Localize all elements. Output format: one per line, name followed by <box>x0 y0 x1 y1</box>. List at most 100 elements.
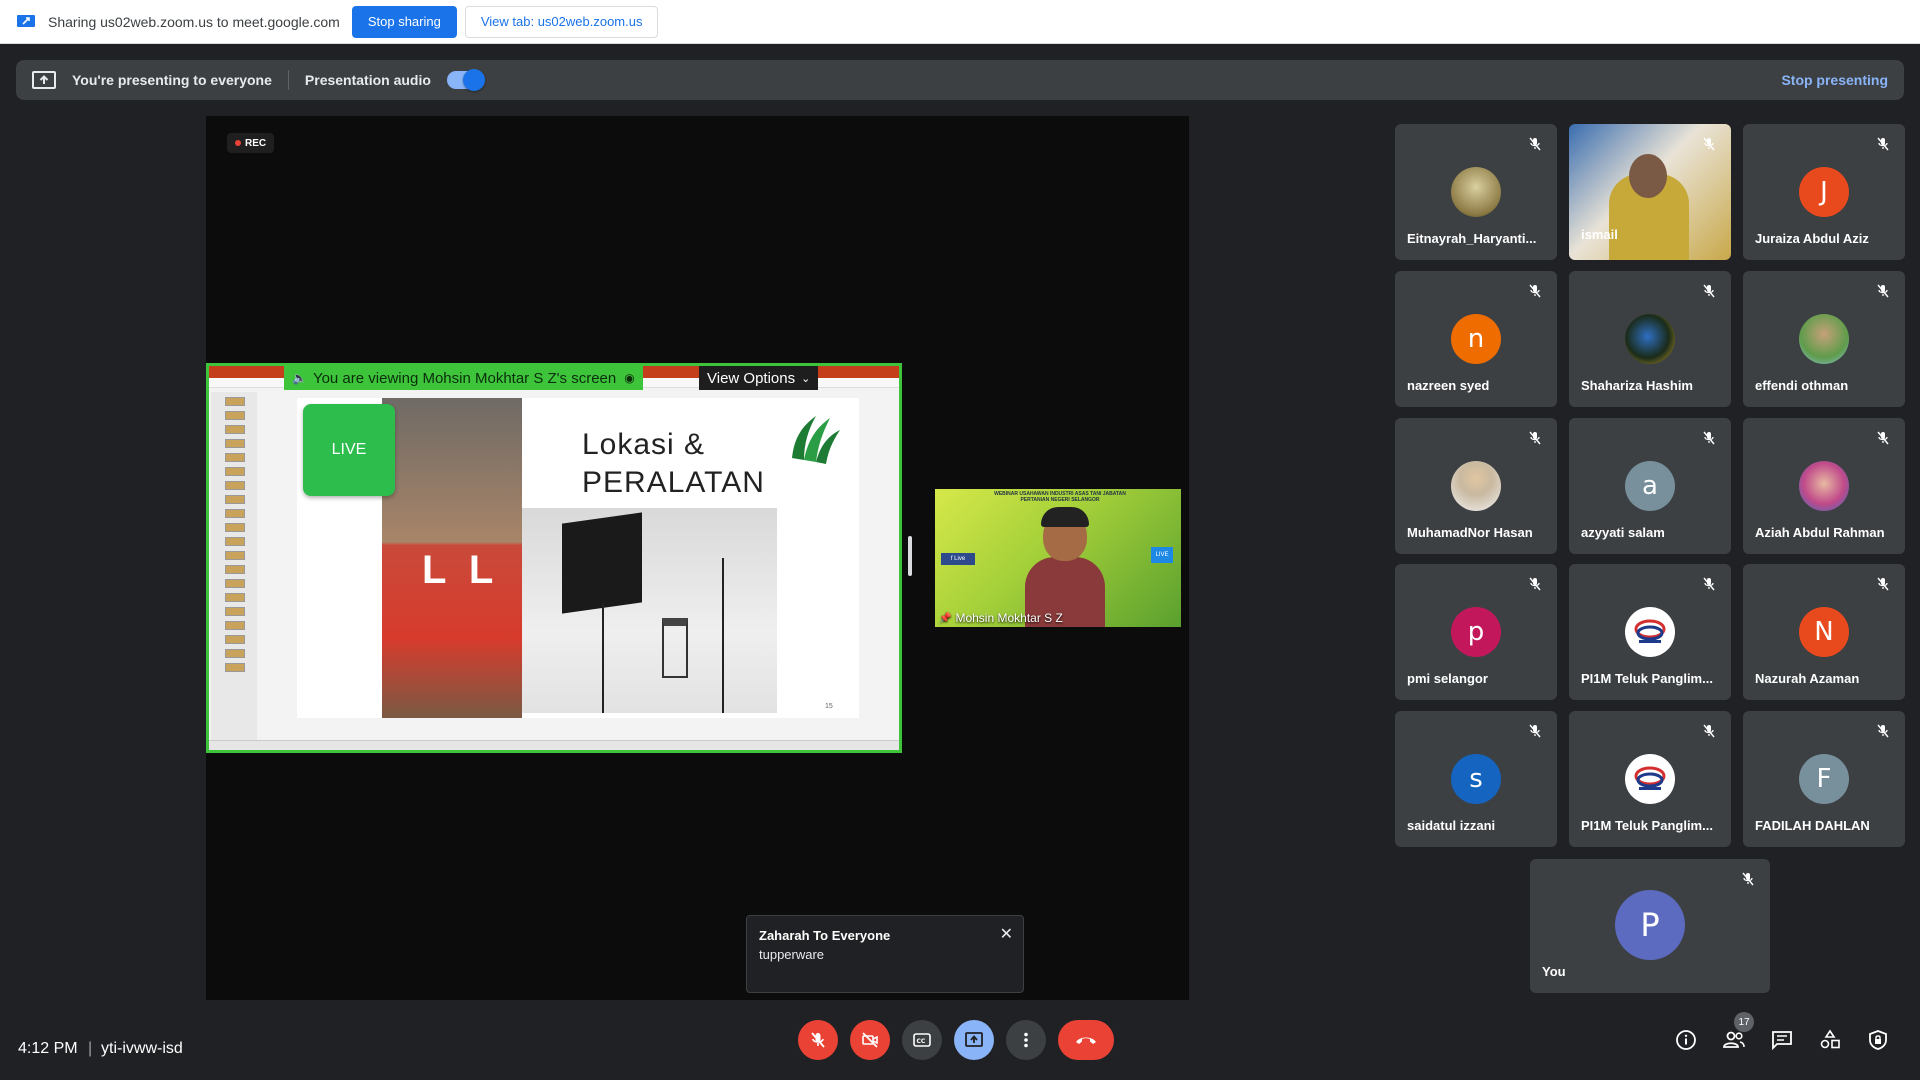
mic-off-icon <box>1875 283 1891 299</box>
zoom-viewing-text: You are viewing Mohsin Mokhtar S Z's scr… <box>312 369 617 387</box>
participant-name: pmi selangor <box>1407 671 1488 686</box>
mic-off-icon <box>1701 576 1717 592</box>
avatar-initial: J <box>1799 167 1849 217</box>
participant-tile[interactable]: P You <box>1530 859 1770 993</box>
present-screen-icon <box>32 70 56 90</box>
view-tab-button[interactable]: View tab: us02web.zoom.us <box>464 5 659 38</box>
slide-thumbnail <box>225 551 245 560</box>
split-drag-handle[interactable] <box>908 536 912 576</box>
participant-tile[interactable]: PI1M Teluk Panglim... <box>1569 711 1731 847</box>
pi1m-logo-icon <box>1625 607 1675 657</box>
stop-presenting-button[interactable]: Stop presenting <box>1781 72 1888 88</box>
avatar-photo <box>1451 461 1501 511</box>
meeting-code[interactable]: yti-ivww-isd <box>101 1040 183 1058</box>
participant-tile[interactable]: Eitnayrah_Haryanti... <box>1395 124 1557 260</box>
participant-tile[interactable]: effendi othman <box>1743 271 1905 407</box>
participant-tile[interactable]: ismail <box>1569 124 1731 260</box>
slide-live-badge: LIVE <box>303 404 395 496</box>
meeting-details-button[interactable] <box>1674 1028 1698 1052</box>
zoom-viewing-banner: 🔈 You are viewing Mohsin Mokhtar S Z's s… <box>284 366 643 390</box>
speaker-name-label: 📌 Mohsin Mokhtar S Z <box>939 611 1063 625</box>
avatar-photo <box>1799 314 1849 364</box>
participant-name: PI1M Teluk Panglim... <box>1581 818 1713 833</box>
slide-thumbnail <box>225 425 245 434</box>
slide-thumbnail <box>225 397 245 406</box>
more-vert-icon <box>1024 1032 1028 1048</box>
mic-off-icon <box>1527 283 1543 299</box>
microphone-toggle-button[interactable] <box>798 1020 838 1060</box>
participant-name: ismail <box>1581 227 1618 242</box>
participant-tile[interactable]: Shahariza Hashim <box>1569 271 1731 407</box>
separator: | <box>88 1040 93 1057</box>
participant-tile[interactable]: F FADILAH DAHLAN <box>1743 711 1905 847</box>
speaker-video-banner: WEBINAR USAHAWAN INDUSTRI ASAS TANI JABA… <box>994 491 1126 503</box>
participant-tile[interactable]: n nazreen syed <box>1395 271 1557 407</box>
present-now-button[interactable] <box>954 1020 994 1060</box>
sharing-bar: Sharing us02web.zoom.us to meet.google.c… <box>0 0 1920 44</box>
participant-name: saidatul izzani <box>1407 818 1496 833</box>
camera-toggle-button[interactable] <box>850 1020 890 1060</box>
activities-shapes-icon <box>1820 1029 1840 1049</box>
participant-tile[interactable]: N Nazurah Azaman <box>1743 564 1905 700</box>
mic-off-icon <box>1527 576 1543 592</box>
mic-off-icon <box>1701 283 1717 299</box>
avatar-initial: F <box>1799 754 1849 804</box>
participant-tile[interactable]: s saidatul izzani <box>1395 711 1557 847</box>
slide-thumbnail <box>225 523 245 532</box>
more-options-button[interactable] <box>1006 1020 1046 1060</box>
chair-shape <box>662 618 688 678</box>
speaker-hair <box>1041 507 1089 527</box>
avatar-photo <box>1799 461 1849 511</box>
mic-off-icon <box>1875 576 1891 592</box>
host-controls-button[interactable] <box>1866 1028 1890 1052</box>
shield-lock-icon <box>1869 1030 1887 1050</box>
participant-name: FADILAH DAHLAN <box>1755 818 1870 833</box>
slide-page-number: 15 <box>825 703 833 710</box>
participant-tile[interactable]: J Juraiza Abdul Aziz <box>1743 124 1905 260</box>
close-icon[interactable]: ✕ <box>1000 924 1013 944</box>
participant-name: nazreen syed <box>1407 378 1490 393</box>
chevron-down-icon: ⌄ <box>801 372 811 385</box>
slide-thumbnails <box>211 392 257 742</box>
activities-button[interactable] <box>1818 1028 1842 1052</box>
speaker-name: Mohsin Mokhtar S Z <box>955 611 1063 625</box>
clock: 4:12 PM <box>18 1040 78 1057</box>
chat-button[interactable] <box>1770 1028 1794 1052</box>
slide-thumbnail <box>225 453 245 462</box>
avatar-initial: P <box>1615 890 1685 960</box>
participant-tile[interactable]: p pmi selangor <box>1395 564 1557 700</box>
slide-thumbnail <box>225 537 245 546</box>
mic-off-icon <box>1527 723 1543 739</box>
avatar-photo <box>1625 314 1675 364</box>
mic-off-icon <box>1701 430 1717 446</box>
record-circle-icon: ◉ <box>624 371 635 385</box>
presentation-tile: REC 🔈 You are viewing Mohsin Mokhtar S Z… <box>206 116 1189 1000</box>
chat-notification[interactable]: Zaharah To Everyone tupperware ✕ <box>746 915 1024 993</box>
mic-off-icon <box>1527 136 1543 152</box>
stop-sharing-button[interactable]: Stop sharing <box>351 5 457 38</box>
info-icon <box>1676 1030 1696 1050</box>
zoom-view-options[interactable]: View Options ⌄ <box>699 366 819 390</box>
recording-dot-icon <box>235 140 241 146</box>
presentation-audio-toggle[interactable] <box>446 69 485 91</box>
slide-thumbnail <box>225 565 245 574</box>
avatar-initial: p <box>1451 607 1501 657</box>
chat-sender: Zaharah To Everyone <box>759 928 891 943</box>
divider <box>287 70 289 90</box>
slide-thumbnail <box>225 509 245 518</box>
participant-name: Juraiza Abdul Aziz <box>1755 231 1869 246</box>
participant-name: PI1M Teluk Panglim... <box>1581 671 1713 686</box>
participant-tile[interactable]: PI1M Teluk Panglim... <box>1569 564 1731 700</box>
avatar-initial: n <box>1451 314 1501 364</box>
shared-screen: 🔈 You are viewing Mohsin Mokhtar S Z's s… <box>206 363 902 753</box>
captions-button[interactable]: CC <box>902 1020 942 1060</box>
participant-tile[interactable]: a azyyati salam <box>1569 418 1731 554</box>
slide-photo-letters: L L <box>422 548 500 592</box>
leave-call-button[interactable] <box>1058 1020 1114 1060</box>
participant-tile[interactable]: Aziah Abdul Rahman <box>1743 418 1905 554</box>
sharing-text: Sharing us02web.zoom.us to meet.google.c… <box>48 13 340 30</box>
slide-photo-studio <box>522 508 777 713</box>
avatar-initial: N <box>1799 607 1849 657</box>
participant-tile[interactable]: MuhamadNor Hasan <box>1395 418 1557 554</box>
speaker-icon: 🔈 <box>292 371 307 385</box>
